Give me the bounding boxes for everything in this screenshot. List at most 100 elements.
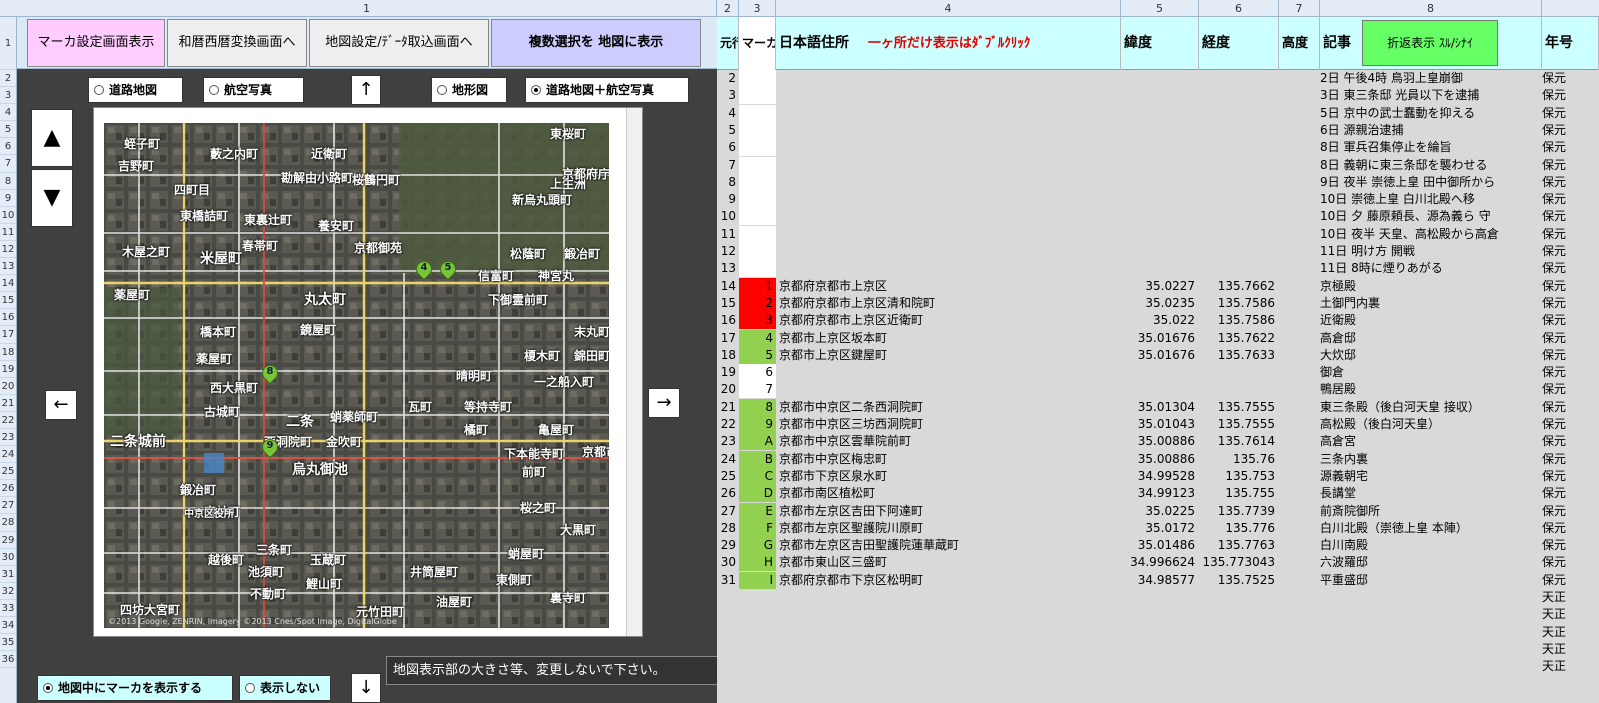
row-header[interactable]: 20: [0, 378, 16, 395]
column-header-7[interactable]: 7: [1279, 0, 1320, 17]
row-header[interactable]: 26: [0, 480, 16, 498]
map-scrollbar[interactable]: [626, 108, 642, 636]
cell-era[interactable]: 天正: [1542, 624, 1599, 641]
cell-longitude[interactable]: 135.7586: [1199, 295, 1279, 312]
cell-era[interactable]: 保元: [1542, 260, 1599, 277]
cell-latitude[interactable]: 35.01304: [1121, 399, 1199, 416]
cell-era[interactable]: 保元: [1542, 157, 1599, 174]
cell-marker[interactable]: [739, 191, 776, 209]
cell-marker[interactable]: [739, 225, 776, 243]
cell-article[interactable]: 2日 午後4時 鳥羽上皇崩御: [1320, 70, 1542, 87]
row-header[interactable]: 17: [0, 326, 16, 344]
cell-longitude[interactable]: [1199, 381, 1279, 398]
cell-marker[interactable]: [739, 208, 776, 226]
table-row[interactable]: 19 6 御倉 保元: [717, 364, 1599, 382]
column-header-3[interactable]: 3: [739, 0, 776, 17]
calendar-convert-button[interactable]: 和暦西暦変換画面へ: [167, 19, 307, 67]
cell-longitude[interactable]: 135.7555: [1199, 416, 1279, 433]
cell-era[interactable]: 保元: [1542, 433, 1599, 450]
cell-article[interactable]: 三条内裏: [1320, 451, 1542, 468]
cell-source-row[interactable]: [717, 606, 739, 623]
row-header[interactable]: 34: [0, 617, 16, 635]
column-header-2[interactable]: 2: [717, 0, 739, 17]
cell-article[interactable]: [1320, 624, 1542, 641]
cell-longitude[interactable]: 135.753: [1199, 468, 1279, 485]
cell-source-row[interactable]: 9: [717, 191, 739, 208]
cell-article[interactable]: 土御門内裏: [1320, 295, 1542, 312]
row-header[interactable]: 29: [0, 532, 16, 549]
cell-latitude[interactable]: [1121, 606, 1199, 623]
table-row[interactable]: 18 5 京都市上京区鍵屋町 35.01676 135.7633 大炊邸 保元: [717, 346, 1599, 364]
cell-address[interactable]: [779, 260, 1121, 277]
cell-era[interactable]: 保元: [1542, 537, 1599, 554]
cell-marker[interactable]: [739, 70, 776, 87]
cell-longitude[interactable]: [1199, 243, 1279, 260]
cell-address[interactable]: [779, 105, 1121, 122]
cell-marker[interactable]: 7: [739, 381, 776, 399]
cell-source-row[interactable]: 7: [717, 157, 739, 174]
cell-article[interactable]: 8日 軍兵召集停止を綸旨: [1320, 139, 1542, 156]
table-row[interactable]: 天正: [717, 589, 1599, 606]
cell-marker[interactable]: B: [739, 450, 776, 468]
table-row[interactable]: 8 9日 夜半 崇徳上皇 田中御所から 保元: [717, 173, 1599, 191]
cell-source-row[interactable]: 20: [717, 381, 739, 398]
cell-marker[interactable]: [739, 104, 776, 122]
cell-source-row[interactable]: 21: [717, 399, 739, 416]
cell-source-row[interactable]: 30: [717, 554, 739, 571]
table-row[interactable]: 21 8 京都市中京区二条西洞院町 35.01304 135.7555 東三条殿（後白河天…: [717, 398, 1599, 416]
table-row[interactable]: 天正: [717, 658, 1599, 675]
cell-latitude[interactable]: [1121, 226, 1199, 243]
cell-latitude[interactable]: 34.99528: [1121, 468, 1199, 485]
cell-source-row[interactable]: 16: [717, 312, 739, 329]
cell-source-row[interactable]: [717, 658, 739, 675]
row-header[interactable]: 15: [0, 292, 16, 310]
cell-longitude[interactable]: 135.7662: [1199, 278, 1279, 295]
cell-era[interactable]: 保元: [1542, 520, 1599, 537]
column-header-6[interactable]: 6: [1199, 0, 1279, 17]
cell-marker[interactable]: 5: [739, 346, 776, 364]
show-markers-radio[interactable]: 地図中にマーカを表示する: [37, 675, 233, 701]
cell-address[interactable]: 京都府京都市上京区近衛町: [779, 312, 1121, 329]
cell-longitude[interactable]: 135.76: [1199, 451, 1279, 468]
pan-down-button[interactable]: ↓: [351, 673, 381, 703]
cell-latitude[interactable]: [1121, 641, 1199, 658]
table-row[interactable]: 24 B 京都市中京区梅忠町 35.00886 135.76 三条内裏 保元: [717, 450, 1599, 468]
cell-marker[interactable]: [739, 156, 776, 174]
cell-address[interactable]: 京都市中京区梅忠町: [779, 451, 1121, 468]
cell-latitude[interactable]: 35.01676: [1121, 347, 1199, 364]
table-row[interactable]: 天正: [717, 641, 1599, 658]
map-pin[interactable]: 8: [258, 361, 282, 387]
cell-address[interactable]: [779, 624, 1121, 641]
cell-longitude[interactable]: [1199, 364, 1279, 381]
cell-article[interactable]: 長講堂: [1320, 485, 1542, 502]
cell-marker[interactable]: 4: [739, 329, 776, 347]
cell-era[interactable]: 保元: [1542, 451, 1599, 468]
pan-right-button[interactable]: →: [648, 388, 680, 418]
cell-address[interactable]: 京都市左京区吉田聖護院蓮華蔵町: [779, 537, 1121, 554]
table-row[interactable]: 12 11日 明け方 開戦 保元: [717, 243, 1599, 260]
table-row[interactable]: 5 6日 源親治逮捕 保元: [717, 121, 1599, 139]
cell-era[interactable]: 保元: [1542, 122, 1599, 139]
table-row[interactable]: 13 11日 8時に煙りあがる 保元: [717, 260, 1599, 278]
cell-source-row[interactable]: 27: [717, 503, 739, 520]
cell-era[interactable]: 保元: [1542, 243, 1599, 260]
cell-address[interactable]: [779, 208, 1121, 225]
cell-source-row[interactable]: 24: [717, 451, 739, 468]
row-header[interactable]: 24: [0, 446, 16, 464]
cell-article[interactable]: 東三条殿（後白河天皇 接収）: [1320, 399, 1542, 416]
cell-marker[interactable]: D: [739, 485, 776, 503]
table-row[interactable]: 25 C 京都市下京区泉水町 34.99528 135.753 源義朝宅 保元: [717, 467, 1599, 485]
cell-marker[interactable]: G: [739, 537, 776, 555]
table-row[interactable]: 29 G 京都市左京区吉田聖護院蓮華蔵町 35.01486 135.7763 白川南殿 保元: [717, 537, 1599, 555]
cell-longitude[interactable]: 135.755: [1199, 485, 1279, 502]
row-header[interactable]: 31: [0, 566, 16, 583]
cell-article[interactable]: [1320, 658, 1542, 675]
cell-latitude[interactable]: 35.0227: [1121, 278, 1199, 295]
cell-source-row[interactable]: 2: [717, 70, 739, 87]
row-header[interactable]: 13: [0, 258, 16, 276]
map-settings-button[interactable]: 地図設定/ﾃﾞｰﾀ取込画面へ: [309, 19, 489, 67]
row-header[interactable]: 10: [0, 207, 16, 224]
zoom-out-button[interactable]: ▼: [31, 169, 73, 227]
cell-longitude[interactable]: [1199, 70, 1279, 87]
cell-era[interactable]: 天正: [1542, 589, 1599, 606]
